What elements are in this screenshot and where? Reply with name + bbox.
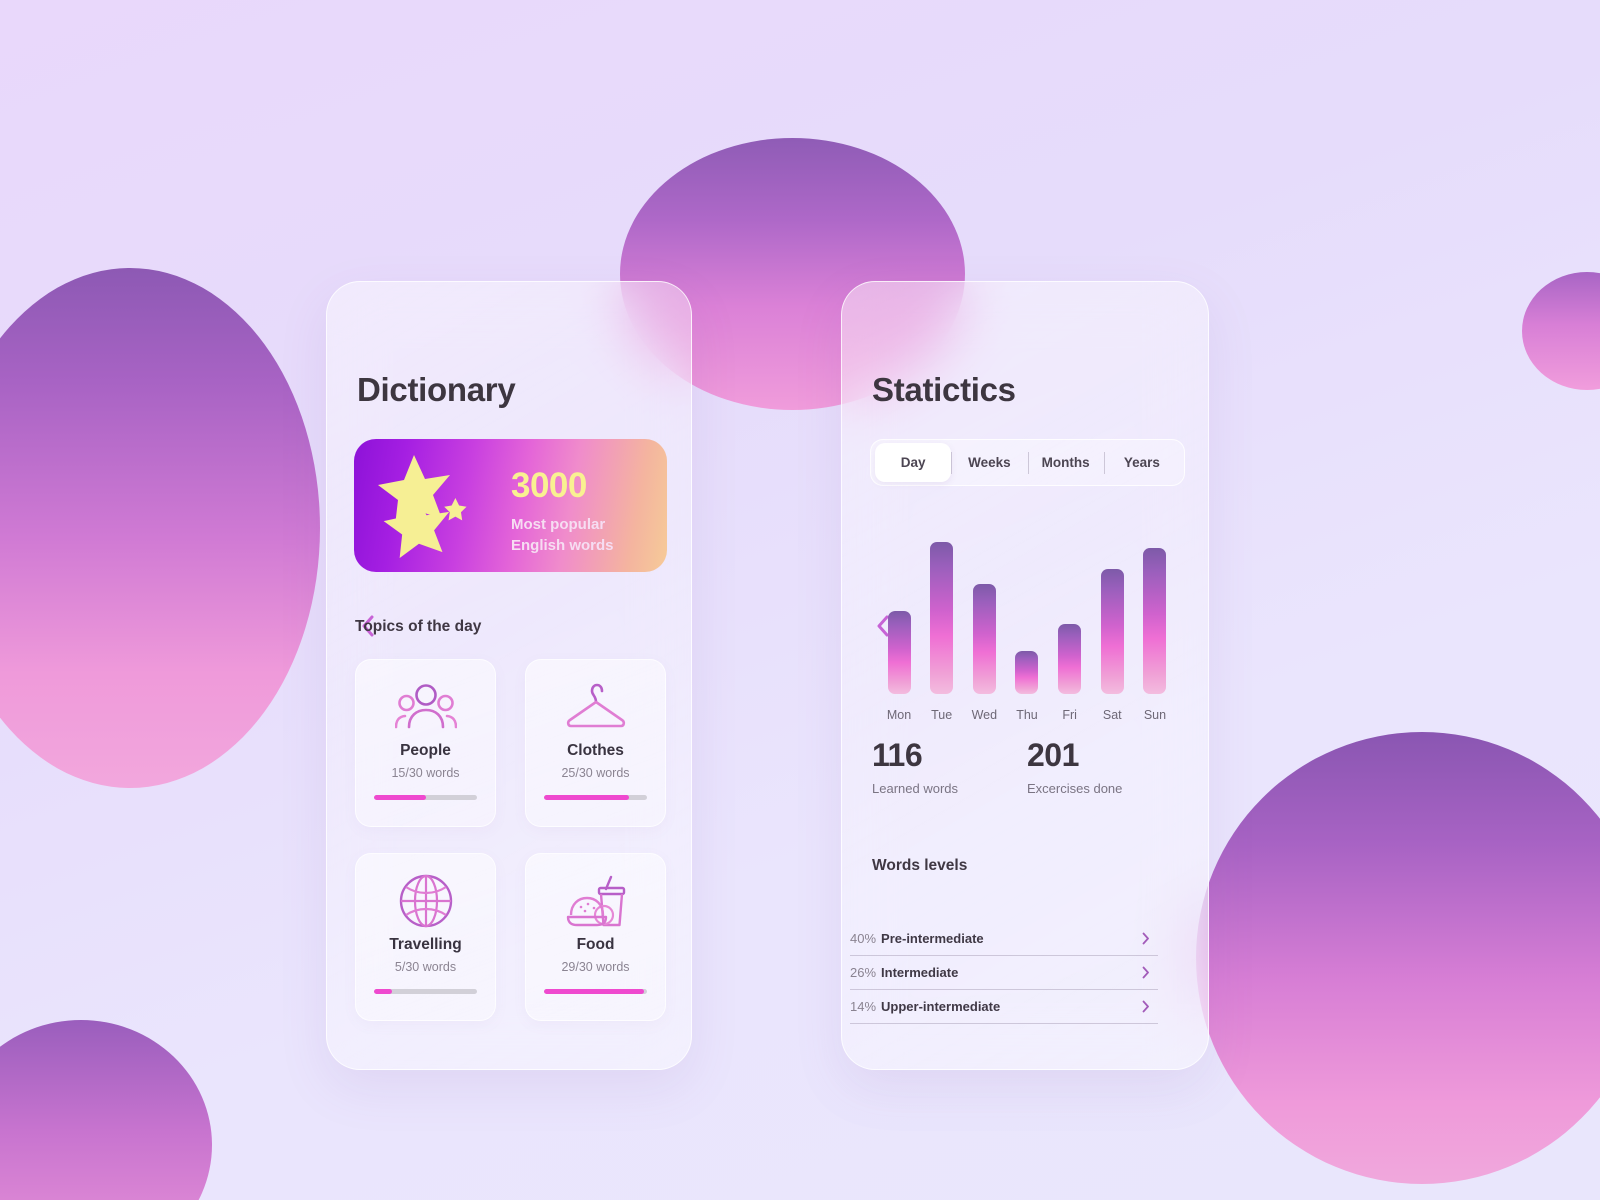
stat-value: 201 bbox=[1027, 737, 1079, 773]
fastfood-icon bbox=[564, 872, 628, 930]
topic-count: 25/30 words bbox=[561, 766, 630, 780]
chart-bar[interactable] bbox=[972, 584, 996, 694]
level-name: Upper-intermediate bbox=[881, 999, 1001, 1014]
topic-card-clothes[interactable]: Clothes 25/30 words bbox=[525, 659, 666, 827]
x-tick-label: Mon bbox=[886, 708, 912, 722]
topic-progress-bar bbox=[544, 795, 647, 800]
tab-day[interactable]: Day bbox=[875, 443, 952, 482]
x-tick-label: Sun bbox=[1143, 708, 1167, 722]
level-percent: 40% bbox=[850, 931, 877, 946]
stat-exercises-done: 201 Excercises done bbox=[1027, 737, 1182, 796]
topics-section-label: Topics of the day bbox=[355, 618, 482, 635]
range-segmented-control: Day Weeks Months Years bbox=[870, 439, 1185, 486]
blob-left-ellipse bbox=[0, 268, 320, 788]
chart-x-axis-labels: Mon Tue Wed Thu Fri Sat Sun bbox=[872, 708, 1182, 722]
level-row-upper-intermediate[interactable]: 14% Upper-intermediate bbox=[850, 990, 1158, 1024]
topic-progress-bar bbox=[374, 795, 477, 800]
topic-count: 29/30 words bbox=[561, 960, 630, 974]
words-levels-list: 40% Pre-intermediate 26% Intermediate 14… bbox=[850, 922, 1158, 1024]
hanger-icon bbox=[565, 678, 627, 736]
banner-number: 3000 bbox=[511, 466, 587, 505]
x-tick-label: Thu bbox=[1016, 708, 1038, 722]
popular-words-banner[interactable]: 3000 Most popular English words bbox=[354, 439, 667, 572]
chart-bar[interactable] bbox=[1143, 548, 1167, 694]
statistics-screen: Statictics Day Weeks Months Years Mon Tu… bbox=[841, 281, 1209, 1070]
stat-caption: Learned words bbox=[872, 781, 958, 796]
level-name: Pre-intermediate bbox=[881, 931, 984, 946]
topic-name: Travelling bbox=[389, 936, 462, 953]
topic-count: 15/30 words bbox=[391, 766, 460, 780]
topic-name: Clothes bbox=[567, 742, 624, 759]
topic-count: 5/30 words bbox=[394, 960, 457, 974]
stat-learned-words: 116 Learned words bbox=[872, 737, 1027, 796]
words-levels-label: Words levels bbox=[872, 857, 968, 874]
stat-value: 116 bbox=[872, 737, 923, 773]
chart-bar[interactable] bbox=[887, 611, 911, 694]
topic-name: Food bbox=[576, 936, 615, 953]
page-title: Dictionary bbox=[357, 371, 516, 408]
level-name: Intermediate bbox=[881, 965, 959, 980]
blob-right-small-circle bbox=[1522, 272, 1600, 390]
blob-bottom-left-circle bbox=[0, 1020, 212, 1200]
people-icon bbox=[394, 678, 457, 736]
blob-bottom-right-circle bbox=[1196, 732, 1600, 1184]
background-decoration bbox=[0, 0, 1600, 1200]
chart-bar[interactable] bbox=[1100, 569, 1124, 694]
level-percent: 14% bbox=[850, 999, 877, 1014]
dictionary-screen: Dictionary 3000 Most popular English wor… bbox=[326, 281, 692, 1070]
topic-progress-bar bbox=[544, 989, 647, 994]
chart-bar[interactable] bbox=[930, 542, 954, 694]
page-title: Statictics bbox=[872, 371, 1016, 408]
summary-stats-row: 116 Learned words 201 Excercises done bbox=[872, 737, 1182, 796]
level-row-intermediate[interactable]: 26% Intermediate bbox=[850, 956, 1158, 990]
chevron-right-icon bbox=[1142, 932, 1150, 945]
topic-progress-bar bbox=[374, 989, 477, 994]
x-tick-label: Wed bbox=[971, 708, 998, 722]
tab-months[interactable]: Months bbox=[1027, 443, 1104, 482]
x-tick-label: Sat bbox=[1102, 708, 1122, 722]
level-percent: 26% bbox=[850, 965, 877, 980]
banner-subtitle: Most popular English words bbox=[511, 516, 614, 554]
topic-card-travelling[interactable]: Travelling 5/30 words bbox=[355, 853, 496, 1021]
level-row-pre-intermediate[interactable]: 40% Pre-intermediate bbox=[850, 922, 1158, 956]
x-tick-label: Fri bbox=[1062, 708, 1077, 722]
chart-bar[interactable] bbox=[1015, 651, 1039, 694]
stat-caption: Excercises done bbox=[1027, 781, 1123, 796]
stars-icon bbox=[376, 453, 484, 563]
x-tick-label: Tue bbox=[931, 708, 953, 722]
topic-card-people[interactable]: People 15/30 words bbox=[355, 659, 496, 827]
topics-grid: People 15/30 words Clothes 25/30 words T… bbox=[355, 659, 667, 1021]
chart-bar[interactable] bbox=[1058, 624, 1082, 694]
chevron-right-icon bbox=[1142, 966, 1150, 979]
chart-bars bbox=[872, 529, 1182, 694]
globe-icon bbox=[398, 872, 454, 930]
chevron-right-icon bbox=[1142, 1000, 1150, 1013]
tab-weeks[interactable]: Weeks bbox=[951, 443, 1027, 482]
topic-name: People bbox=[400, 742, 451, 759]
tab-years[interactable]: Years bbox=[1103, 443, 1180, 482]
topic-card-food[interactable]: Food 29/30 words bbox=[525, 853, 666, 1021]
weekly-activity-bar-chart: Mon Tue Wed Thu Fri Sat Sun bbox=[872, 522, 1182, 722]
